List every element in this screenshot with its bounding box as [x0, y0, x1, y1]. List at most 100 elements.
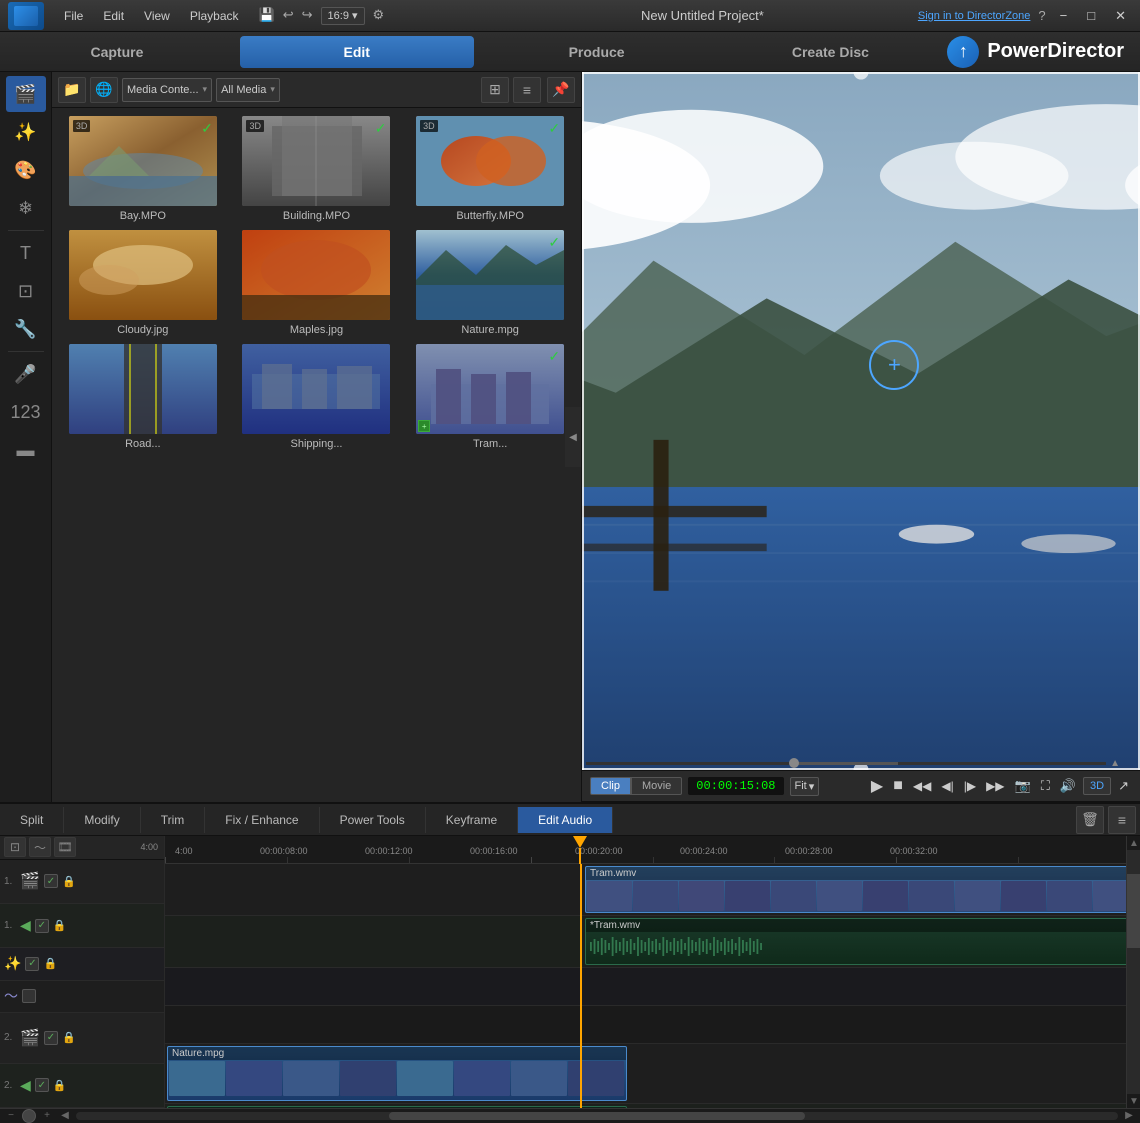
toolbar-pip[interactable]: ⊡ — [6, 273, 46, 309]
resolution-select[interactable]: 16:9 ▾ — [321, 7, 365, 25]
list-item[interactable]: 3D ✓ Building.MPO — [234, 116, 400, 222]
tab-create-disc[interactable]: Create Disc — [713, 32, 947, 71]
frame-back-button[interactable]: ◀| — [938, 777, 956, 795]
folder-button[interactable]: 📁 — [58, 77, 86, 103]
video-canvas[interactable] — [582, 72, 1140, 770]
audio-button[interactable]: 🔊 — [1057, 776, 1079, 796]
scroll-thumb-v[interactable] — [1127, 874, 1140, 947]
output-button[interactable]: ↗ — [1115, 776, 1132, 796]
zoom-handle[interactable] — [789, 758, 799, 768]
list-item[interactable]: 3D ✓ Bay.MPO — [60, 116, 226, 222]
tab-modify[interactable]: Modify — [64, 807, 140, 833]
scroll-zoom-in-button[interactable]: + — [40, 1109, 54, 1123]
scroll-center-button[interactable] — [22, 1109, 36, 1123]
fullscreen-button[interactable]: ⛶ — [1038, 776, 1053, 796]
list-item[interactable]: 3D ✓ Butterfly.MPO — [407, 116, 573, 222]
close-button[interactable]: ✕ — [1109, 6, 1132, 26]
rewind-button[interactable]: ◀◀ — [910, 777, 934, 795]
track-visible-2v[interactable]: ✓ — [44, 1031, 58, 1045]
snapshot-button[interactable]: 📷 — [1012, 776, 1034, 796]
track-lock-2v[interactable]: 🔒 — [62, 1031, 76, 1045]
toolbar-motion[interactable]: 🔧 — [6, 311, 46, 347]
tab-capture[interactable]: Capture — [0, 32, 234, 71]
list-item[interactable]: Road... — [60, 344, 226, 450]
minimize-button[interactable]: − — [1054, 6, 1074, 25]
track-visible-1v[interactable]: ✓ — [44, 874, 58, 888]
tab-trim[interactable]: Trim — [141, 807, 206, 833]
tab-split[interactable]: Split — [0, 807, 64, 833]
scroll-up-button[interactable]: ▲ — [1127, 836, 1140, 850]
toolbar-chapter[interactable]: ▬ — [6, 432, 46, 468]
list-item[interactable]: Maples.jpg — [234, 230, 400, 336]
panel-collapse-arrow[interactable]: ◀ — [565, 407, 581, 467]
toolbar-overlays[interactable]: ❄ — [6, 190, 46, 226]
redo-icon[interactable]: ↪ — [302, 7, 313, 25]
waveform-button[interactable]: 〜 — [29, 837, 51, 857]
tab-keyframe[interactable]: Keyframe — [426, 807, 518, 833]
list-item[interactable]: Cloudy.jpg — [60, 230, 226, 336]
fit-dropdown[interactable]: Fit ▾ — [790, 777, 820, 796]
tab-edit-audio[interactable]: Edit Audio — [518, 807, 613, 833]
tab-edit[interactable]: Edit — [240, 36, 474, 68]
fit-timeline-button[interactable]: ⊡ — [4, 837, 26, 857]
list-view-button[interactable]: ≡ — [513, 77, 541, 103]
grid-view-button[interactable]: ⊞ — [481, 77, 509, 103]
settings-icon[interactable]: ⚙ — [373, 7, 385, 25]
content-dropdown[interactable]: Media Conte... ▾ — [122, 78, 212, 102]
clip-nature-audio[interactable]: Nature.mpg — [167, 1106, 627, 1108]
menu-file[interactable]: File — [56, 7, 91, 25]
toolbar-media[interactable]: 🎬 — [6, 76, 46, 112]
stop-button[interactable]: ■ — [890, 775, 906, 797]
filmstrip-button[interactable]: 🎞 — [54, 837, 76, 857]
list-item[interactable]: Shipping... — [234, 344, 400, 450]
track-lock-1a[interactable]: 🔒 — [53, 919, 67, 933]
media-check-tram: ✓ — [548, 348, 560, 365]
3d-button[interactable]: 3D — [1083, 777, 1111, 795]
ruler-ticks — [165, 857, 1140, 863]
frame-fwd-button[interactable]: |▶ — [961, 777, 979, 795]
ruler-mark-2: 00:00:12:00 — [365, 846, 413, 856]
clip-button[interactable]: Clip — [590, 777, 631, 795]
list-item[interactable]: ✓ Nature.mpg — [407, 230, 573, 336]
sign-in-link[interactable]: Sign in to DirectorZone — [918, 10, 1031, 22]
track-visible-2a[interactable]: ✓ — [35, 1078, 49, 1092]
maximize-button[interactable]: □ — [1081, 6, 1101, 25]
scroll-down-button[interactable]: ▼ — [1127, 1094, 1140, 1108]
track-visible-1a[interactable]: ✓ — [35, 919, 49, 933]
track-visible-fx[interactable]: ✓ — [25, 957, 39, 971]
filter-dropdown[interactable]: All Media ▾ — [216, 78, 280, 102]
pin-button[interactable]: 📌 — [547, 77, 575, 103]
list-item[interactable]: ✓ + Tram... — [407, 344, 573, 450]
movie-button[interactable]: Movie — [631, 777, 682, 795]
toolbar-audio[interactable]: 🎤 — [6, 356, 46, 392]
menu-playback[interactable]: Playback — [182, 7, 247, 25]
scroll-thumb-h[interactable] — [389, 1112, 806, 1120]
toolbar-subtitle[interactable]: 123 — [6, 394, 46, 430]
track-lock-2a[interactable]: 🔒 — [53, 1078, 67, 1092]
toolbar-transitions[interactable]: ✨ — [6, 114, 46, 150]
delete-button[interactable]: 🗑 — [1076, 806, 1104, 834]
clip-tram-video[interactable]: Tram.wmv — [585, 866, 1138, 913]
play-button[interactable]: ▶ — [868, 774, 886, 798]
save-icon[interactable]: 💾 — [259, 7, 275, 25]
tab-power-tools[interactable]: Power Tools — [320, 807, 426, 833]
scroll-right-button[interactable]: ▶ — [1122, 1109, 1136, 1123]
web-button[interactable]: 🌐 — [90, 77, 118, 103]
help-icon[interactable]: ? — [1038, 8, 1045, 23]
tab-produce[interactable]: Produce — [480, 32, 714, 71]
toolbar-effects[interactable]: 🎨 — [6, 152, 46, 188]
menu-view[interactable]: View — [136, 7, 178, 25]
scroll-zoom-out-button[interactable]: − — [4, 1109, 18, 1123]
undo-icon[interactable]: ↩ — [283, 7, 294, 25]
menu-edit[interactable]: Edit — [95, 7, 132, 25]
clip-tram-audio[interactable]: *Tram.wmv — [585, 918, 1138, 965]
toolbar-text[interactable]: T — [6, 235, 46, 271]
fast-fwd-button[interactable]: ▶▶ — [983, 777, 1007, 795]
media-name-tram: Tram... — [473, 438, 507, 450]
track-lock-1v[interactable]: 🔒 — [62, 874, 76, 888]
scroll-left-button[interactable]: ◀ — [58, 1109, 72, 1123]
clip-nature-video[interactable]: Nature.mpg — [167, 1046, 627, 1101]
timeline-list-button[interactable]: ≡ — [1108, 806, 1136, 834]
tab-fix-enhance[interactable]: Fix / Enhance — [205, 807, 319, 833]
track-lock-fx[interactable]: 🔒 — [43, 957, 57, 971]
